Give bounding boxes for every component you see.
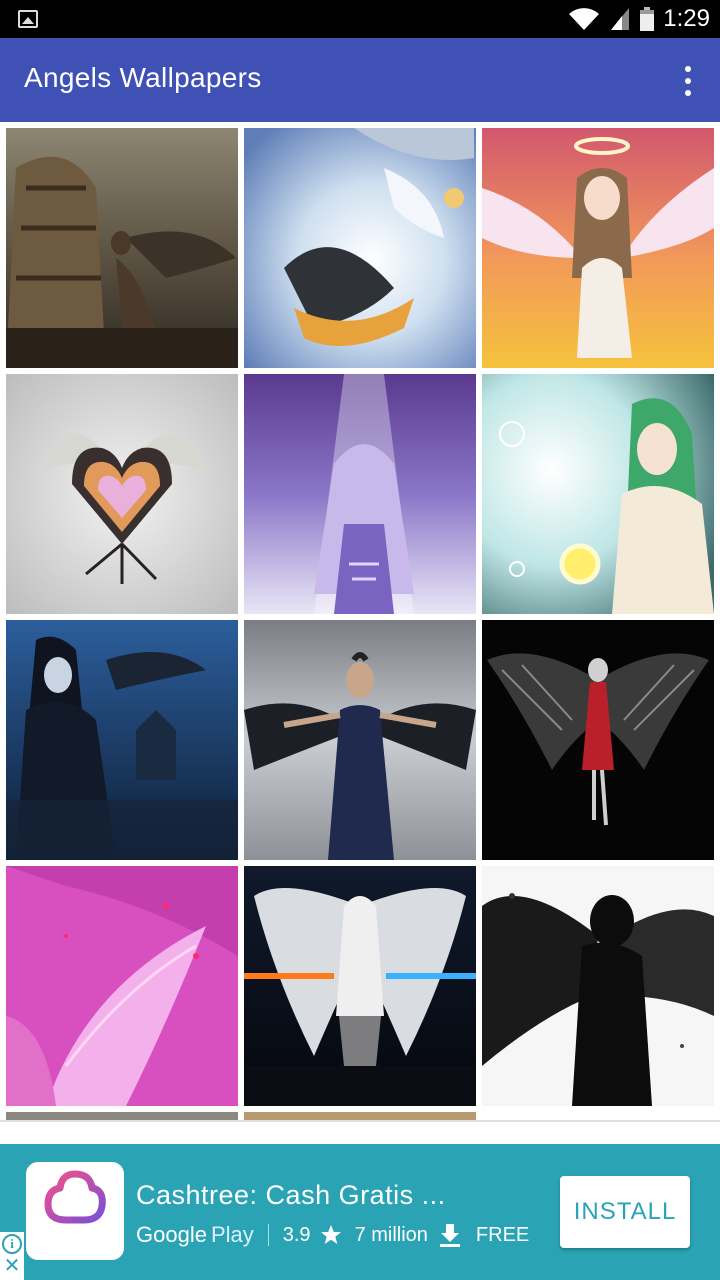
wallpaper-thumbnail-1[interactable] xyxy=(6,128,238,368)
status-time: 1:29 xyxy=(663,5,710,32)
ad-app-icon[interactable] xyxy=(26,1162,124,1260)
wallpaper-thumbnail-7[interactable] xyxy=(6,620,238,860)
wallpaper-thumbnail-12[interactable] xyxy=(482,866,714,1106)
wallpaper-thumbnail-9[interactable] xyxy=(482,620,714,860)
wallpaper-thumbnail-8[interactable] xyxy=(244,620,476,860)
wallpaper-thumbnail-10[interactable] xyxy=(6,866,238,1106)
status-indicators: 1:29 xyxy=(567,4,710,34)
wallpaper-grid xyxy=(0,122,720,1122)
grid-bottom-divider xyxy=(0,1120,720,1122)
install-button[interactable]: INSTALL xyxy=(560,1176,690,1248)
ad-close-icon[interactable]: ✕ xyxy=(3,1256,21,1276)
star-icon xyxy=(320,1225,341,1244)
ad-app-name[interactable]: Cashtree: Cash Gratis ... xyxy=(136,1180,446,1211)
wallpaper-thumbnail-6[interactable] xyxy=(482,374,714,614)
image-notification-icon xyxy=(18,10,38,28)
wallpaper-thumbnail-5[interactable] xyxy=(244,374,476,614)
meta-separator xyxy=(267,1224,269,1246)
ad-price: FREE xyxy=(475,1223,530,1246)
cashtree-logo-icon xyxy=(44,1170,106,1252)
wallpaper-thumbnail-11[interactable] xyxy=(244,866,476,1106)
google-play-play: Play xyxy=(210,1222,254,1247)
ad-rating: 3.9 xyxy=(282,1223,311,1246)
status-bar: 1:29 xyxy=(0,0,720,38)
wallpaper-thumbnail-2[interactable] xyxy=(244,128,476,368)
app-bar: Angels Wallpapers xyxy=(0,38,720,122)
battery-icon xyxy=(640,7,655,31)
ad-info-icon[interactable]: i xyxy=(2,1234,22,1254)
google-play-google: Google xyxy=(136,1222,207,1247)
wallpaper-thumbnail-3[interactable] xyxy=(482,128,714,368)
download-icon xyxy=(439,1224,460,1247)
ad-meta-row: Google Play 3.9 7 million FREE xyxy=(136,1220,537,1250)
ad-downloads: 7 million xyxy=(354,1223,428,1246)
app-title: Angels Wallpapers xyxy=(24,62,262,93)
wifi-icon xyxy=(569,8,600,30)
ad-banner[interactable]: Cashtree: Cash Gratis ... Google Play 3.… xyxy=(0,1144,720,1280)
signal-icon xyxy=(611,8,630,30)
wallpaper-thumbnail-4[interactable] xyxy=(6,374,238,614)
more-options-icon[interactable] xyxy=(676,66,700,96)
adchoices[interactable]: i ✕ xyxy=(0,1232,24,1280)
